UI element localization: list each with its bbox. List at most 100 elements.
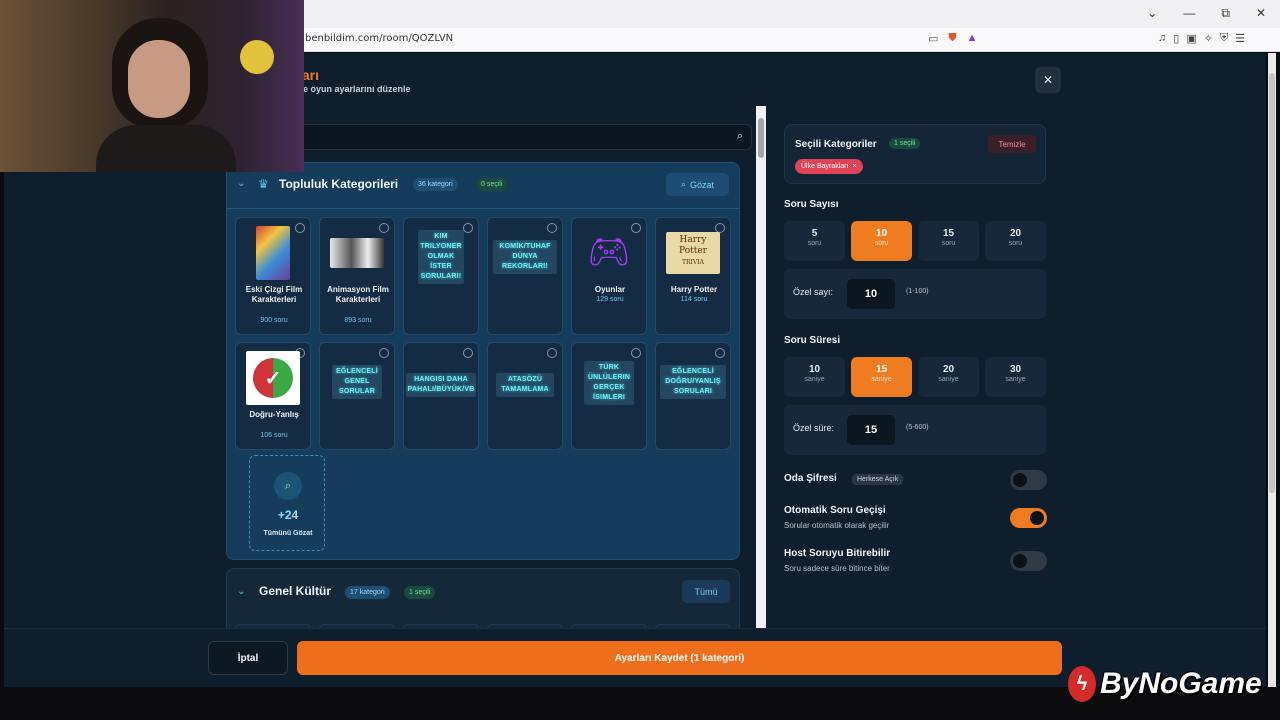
time-option-selected[interactable]: 15 saniye xyxy=(851,357,912,397)
question-time-label: Soru Süresi xyxy=(784,335,841,346)
browse-label: Gözat xyxy=(690,179,715,190)
brave-shield-icon[interactable]: ⛊ xyxy=(948,32,956,45)
select-radio[interactable] xyxy=(547,223,557,233)
select-radio[interactable] xyxy=(463,348,473,358)
count-option[interactable]: 5 soru xyxy=(784,221,845,261)
select-radio[interactable] xyxy=(547,348,557,358)
modal-subtitle: ve oyun ayarlarını düzenle xyxy=(298,84,411,94)
cancel-button[interactable]: İptal xyxy=(208,641,288,675)
vpn-icon[interactable]: ⛨ xyxy=(1220,32,1228,45)
selected-count-badge: 1 seçili xyxy=(889,138,921,149)
toggle-knob xyxy=(1030,511,1044,525)
reader-icon[interactable]: ▭ xyxy=(928,32,938,45)
category-card[interactable]: KIM TRILYONER OLMAK İSTER SORULARI! xyxy=(403,217,479,335)
room-password-title: Oda Şifresi xyxy=(784,473,837,484)
count-option[interactable]: 20 soru xyxy=(985,221,1046,261)
time-option[interactable]: 20 saniye xyxy=(918,357,979,397)
category-scrollbar[interactable] xyxy=(756,106,766,628)
check-cross-icon: ✓ xyxy=(253,358,293,398)
room-password-toggle[interactable] xyxy=(1010,470,1047,490)
hp-art-line3: TRIVIA xyxy=(682,259,704,266)
custom-time-box: Özel süre: (5-600) xyxy=(784,405,1046,455)
category-card[interactable]: 🎮︎ Oyunlar 129 soru xyxy=(571,217,647,335)
clear-button[interactable]: Temizle xyxy=(988,135,1036,153)
host-end-toggle[interactable] xyxy=(1010,551,1047,571)
scrollbar-thumb[interactable] xyxy=(1269,73,1275,493)
chevron-down-icon[interactable]: ⌄ xyxy=(237,586,245,597)
music-icon[interactable]: ♫ xyxy=(1158,32,1166,45)
category-count: 106 soru xyxy=(260,432,288,439)
time-option[interactable]: 10 saniye xyxy=(784,357,845,397)
custom-count-input[interactable] xyxy=(847,279,895,309)
chevron-down-icon[interactable]: ⌄ xyxy=(237,178,245,189)
close-button[interactable]: ✕ xyxy=(1035,67,1061,93)
wallet-icon[interactable]: ▣ xyxy=(1186,32,1196,45)
rewards-icon[interactable]: ▲ xyxy=(967,32,978,45)
time-option[interactable]: 30 saniye xyxy=(985,357,1046,397)
minimize-icon[interactable]: — xyxy=(1183,6,1195,21)
category-card[interactable]: HANGISI DAHA PAHALI/BÜYÜK/VB xyxy=(403,342,479,450)
selected-chip[interactable]: Ülke Bayrakları × xyxy=(795,159,863,174)
category-title-art: EĞLENCELİ GENEL SORULAR xyxy=(332,365,382,399)
category-search[interactable]: ⌕ xyxy=(226,124,752,150)
chip-remove-icon[interactable]: × xyxy=(852,163,856,170)
search-icon: ⌕ xyxy=(274,472,302,500)
category-card[interactable]: ATASÖZÜ TAMAMLAMA xyxy=(487,342,563,450)
category-card[interactable]: Harry Potter TRIVIA Harry Potter 114 sor… xyxy=(655,217,731,335)
category-card[interactable]: KOMİK/TUHAF DÜNYA REKORLARI! xyxy=(487,217,563,335)
category-name: Doğru-Yanlış xyxy=(249,410,299,419)
url-text[interactable]: benbildim.com/room/QOZLVN xyxy=(305,33,453,44)
search-input[interactable] xyxy=(233,128,713,146)
all-button[interactable]: Tümü xyxy=(682,580,730,603)
category-card[interactable]: Eski Çizgi Film Karakterleri 900 soru xyxy=(235,217,311,335)
option-value: 15 xyxy=(875,364,888,375)
general-count-badge: 17 kategori xyxy=(345,586,390,599)
browse-all-card[interactable]: ⌕ +24 Tümünü Gözat xyxy=(249,455,325,551)
community-title: Topluluk Kategorileri xyxy=(279,177,399,191)
auto-advance-toggle[interactable] xyxy=(1010,508,1047,528)
host-end-title: Host Soruyu Bitirebilir xyxy=(784,548,891,559)
select-radio[interactable] xyxy=(715,348,725,358)
animation-thumbnail xyxy=(330,238,384,268)
restore-icon[interactable]: ⧉ xyxy=(1221,6,1230,21)
gamepad-icon: 🎮︎ xyxy=(587,233,631,271)
category-card[interactable]: EĞLENCELİ GENEL SORULAR xyxy=(319,342,395,450)
menu-icon[interactable]: ☰ xyxy=(1235,32,1245,45)
save-settings-button[interactable]: Ayarları Kaydet (1 kategori) xyxy=(297,641,1062,675)
webcam-overlay xyxy=(0,0,304,172)
sidebar-icon[interactable]: ▯ xyxy=(1173,32,1179,45)
category-name: Harry Potter xyxy=(670,285,718,294)
category-card[interactable]: TÜRK ÜNLÜLERIN GERÇEK İSIMLERI xyxy=(571,342,647,450)
select-radio[interactable] xyxy=(463,223,473,233)
select-radio[interactable] xyxy=(631,348,641,358)
custom-time-label: Özel süre: xyxy=(793,423,835,433)
ai-icon[interactable]: ✧ xyxy=(1204,32,1213,45)
option-value: 20 xyxy=(1009,228,1022,239)
tabs-dropdown-icon[interactable]: ⌄ xyxy=(1147,6,1157,21)
category-card[interactable]: EĞLENCELİ DOĞRU/YANLIŞ SORULARI xyxy=(655,342,731,450)
crown-icon: ♛ xyxy=(258,177,269,191)
search-icon[interactable]: ⌕ xyxy=(737,130,743,143)
select-radio[interactable] xyxy=(631,223,641,233)
community-categories: ⌄ ♛ Topluluk Kategorileri 36 kategori 0 … xyxy=(226,162,740,560)
select-radio[interactable] xyxy=(379,348,389,358)
more-count: +24 xyxy=(277,508,299,522)
select-radio[interactable] xyxy=(379,223,389,233)
select-radio[interactable] xyxy=(295,223,305,233)
category-count: 129 soru xyxy=(596,296,624,303)
browse-button[interactable]: ⌕ Gözat xyxy=(666,173,729,196)
count-option-selected[interactable]: 10 soru xyxy=(851,221,912,261)
option-value: 30 xyxy=(1009,364,1022,375)
category-title-art: TÜRK ÜNLÜLERIN GERÇEK İSIMLERI xyxy=(584,361,634,405)
hp-art-line2: Potter xyxy=(679,246,707,256)
toolbar-icons: ♫ ▯ ▣ ✧ ⛨ ☰ xyxy=(1158,32,1245,45)
scrollbar-thumb[interactable] xyxy=(758,118,764,158)
category-card[interactable]: ✓ Doğru-Yanlış 106 soru xyxy=(235,342,311,450)
category-name: Animasyon Film Karakterleri xyxy=(327,285,389,304)
category-count: 900 soru xyxy=(260,317,288,324)
count-option[interactable]: 15 soru xyxy=(918,221,979,261)
page-scrollbar[interactable] xyxy=(1268,53,1276,687)
close-window-icon[interactable]: ✕ xyxy=(1256,6,1266,21)
category-card[interactable]: Animasyon Film Karakterleri 893 soru xyxy=(319,217,395,335)
custom-time-input[interactable] xyxy=(847,415,895,445)
